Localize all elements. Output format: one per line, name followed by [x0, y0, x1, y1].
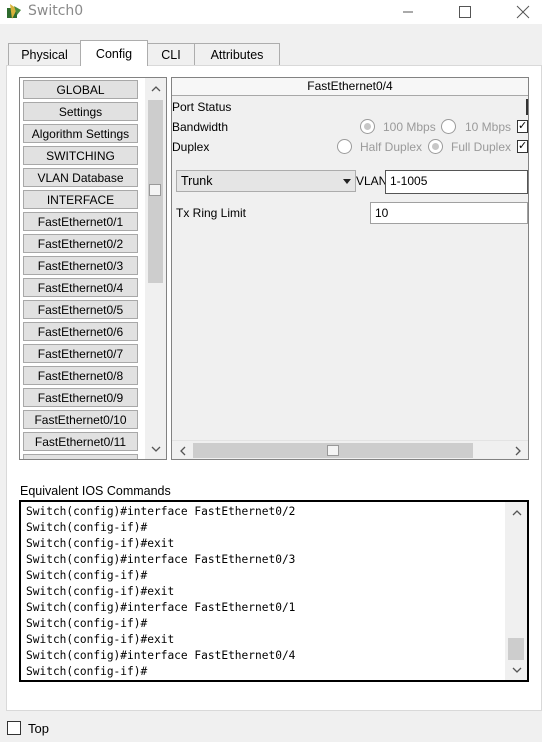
- panel-scroll-grip: [327, 445, 339, 456]
- nav-item-algorithm-settings[interactable]: Algorithm Settings: [23, 124, 138, 143]
- console-line: Switch(config-if)#: [26, 617, 148, 630]
- tab-cli[interactable]: CLI: [147, 43, 195, 65]
- nav-item-interface[interactable]: INTERFACE: [23, 190, 138, 209]
- console-line: Switch(config)#interface FastEthernet0/1: [26, 601, 296, 614]
- tx-ring-limit-field[interactable]: 10: [370, 202, 528, 224]
- window-title: Switch0: [28, 3, 84, 19]
- port-mode-select[interactable]: Trunk: [176, 170, 356, 192]
- console-line: Switch(config-if)#exit: [26, 537, 175, 550]
- nav-item-fastethernet0-8[interactable]: FastEthernet0/8: [23, 366, 138, 385]
- full-duplex-radio[interactable]: [428, 139, 443, 154]
- bandwidth-label: Bandwidth: [172, 120, 229, 134]
- nav-item-fastethernet0-3[interactable]: FastEthernet0/3: [23, 256, 138, 275]
- scroll-right-icon[interactable]: [509, 442, 526, 459]
- vlan-label: VLAN: [356, 174, 388, 188]
- nav-item-switching[interactable]: SWITCHING: [23, 146, 138, 165]
- half-duplex-label: Half Duplex: [360, 140, 423, 154]
- nav-item-vlan-database[interactable]: VLAN Database: [23, 168, 138, 187]
- bandwidth-10-radio[interactable]: [441, 119, 456, 134]
- console-line: Switch(config-if)#exit: [26, 633, 175, 646]
- scroll-down-icon[interactable]: [147, 440, 164, 457]
- bandwidth-10-label: 10 Mbps: [465, 120, 512, 134]
- console-line: Switch(config-if)#: [26, 521, 148, 534]
- nav-scroll-grip: [149, 184, 161, 196]
- vlan-range-field[interactable]: 1-1005: [385, 170, 528, 194]
- full-duplex-label: Full Duplex: [451, 140, 512, 154]
- tab-config[interactable]: Config: [80, 40, 148, 66]
- ios-commands-console[interactable]: Switch(config)#interface FastEthernet0/2…: [19, 500, 529, 682]
- console-line: Switch(config-if)#: [26, 665, 148, 678]
- maximize-button[interactable]: [442, 0, 488, 24]
- nav-item-fastethernet0-7[interactable]: FastEthernet0/7: [23, 344, 138, 363]
- nav-item-fastethernet0-6[interactable]: FastEthernet0/6: [23, 322, 138, 341]
- top-checkbox[interactable]: [7, 721, 21, 735]
- scroll-up-icon[interactable]: [147, 80, 164, 97]
- close-button[interactable]: [500, 0, 542, 24]
- chevron-down-icon: [343, 179, 351, 184]
- port-status-label: Port Status: [172, 100, 232, 114]
- nav-item-partial: [23, 454, 138, 459]
- nav-item-fastethernet0-5[interactable]: FastEthernet0/5: [23, 300, 138, 319]
- ios-commands-label: Equivalent IOS Commands: [20, 484, 171, 498]
- console-line: Switch(config-if)#exit: [26, 585, 175, 598]
- panel-horizontal-scrollbar[interactable]: [172, 440, 528, 459]
- interface-panel-title: FastEthernet0/4: [172, 78, 528, 96]
- nav-item-fastethernet0-2[interactable]: FastEthernet0/2: [23, 234, 138, 253]
- minimize-icon: [403, 11, 413, 13]
- packet-tracer-app-icon: [7, 4, 21, 19]
- console-line: Switch(config)#interface FastEthernet0/4: [26, 649, 296, 662]
- console-line: Switch(config)#interface FastEthernet0/3: [26, 553, 296, 566]
- scroll-left-icon[interactable]: [174, 442, 191, 459]
- nav-item-fastethernet0-1[interactable]: FastEthernet0/1: [23, 212, 138, 231]
- port-mode-value: Trunk: [181, 174, 213, 188]
- nav-item-global[interactable]: GLOBAL: [23, 80, 138, 99]
- console-scroll-thumb[interactable]: [508, 638, 524, 660]
- duplex-auto-checkbox[interactable]: ✓: [517, 140, 528, 153]
- tab-physical[interactable]: Physical: [8, 43, 81, 65]
- nav-item-fastethernet0-11[interactable]: FastEthernet0/11: [23, 432, 138, 451]
- port-status-checkbox-edge[interactable]: [526, 99, 528, 115]
- half-duplex-radio[interactable]: [337, 139, 352, 154]
- bandwidth-100-radio[interactable]: [360, 119, 375, 134]
- config-nav-list: GLOBAL Settings Algorithm Settings SWITC…: [20, 78, 142, 459]
- top-label: Top: [28, 721, 49, 736]
- console-line: Switch(config-if)#: [26, 569, 148, 582]
- console-line: Switch(config)#interface FastEthernet0/2: [26, 505, 296, 518]
- duplex-label: Duplex: [172, 140, 210, 154]
- nav-item-fastethernet0-9[interactable]: FastEthernet0/9: [23, 388, 138, 407]
- nav-scrollbar[interactable]: [145, 78, 166, 459]
- nav-item-settings[interactable]: Settings: [23, 102, 138, 121]
- minimize-button[interactable]: [385, 0, 431, 24]
- title-bar: Switch0: [0, 0, 542, 24]
- tx-ring-limit-label: Tx Ring Limit: [176, 206, 247, 220]
- nav-item-fastethernet0-10[interactable]: FastEthernet0/10: [23, 410, 138, 429]
- interface-settings-panel: [171, 77, 529, 460]
- bandwidth-100-label: 100 Mbps: [383, 120, 436, 134]
- tab-attributes[interactable]: Attributes: [194, 43, 280, 65]
- close-icon: [516, 5, 530, 19]
- nav-item-fastethernet0-4[interactable]: FastEthernet0/4: [23, 278, 138, 297]
- console-scrollbar[interactable]: [505, 502, 527, 680]
- console-scroll-down-icon[interactable]: [508, 661, 525, 678]
- bandwidth-auto-checkbox[interactable]: ✓: [517, 120, 528, 133]
- console-scroll-up-icon[interactable]: [508, 504, 525, 521]
- maximize-icon: [459, 6, 471, 18]
